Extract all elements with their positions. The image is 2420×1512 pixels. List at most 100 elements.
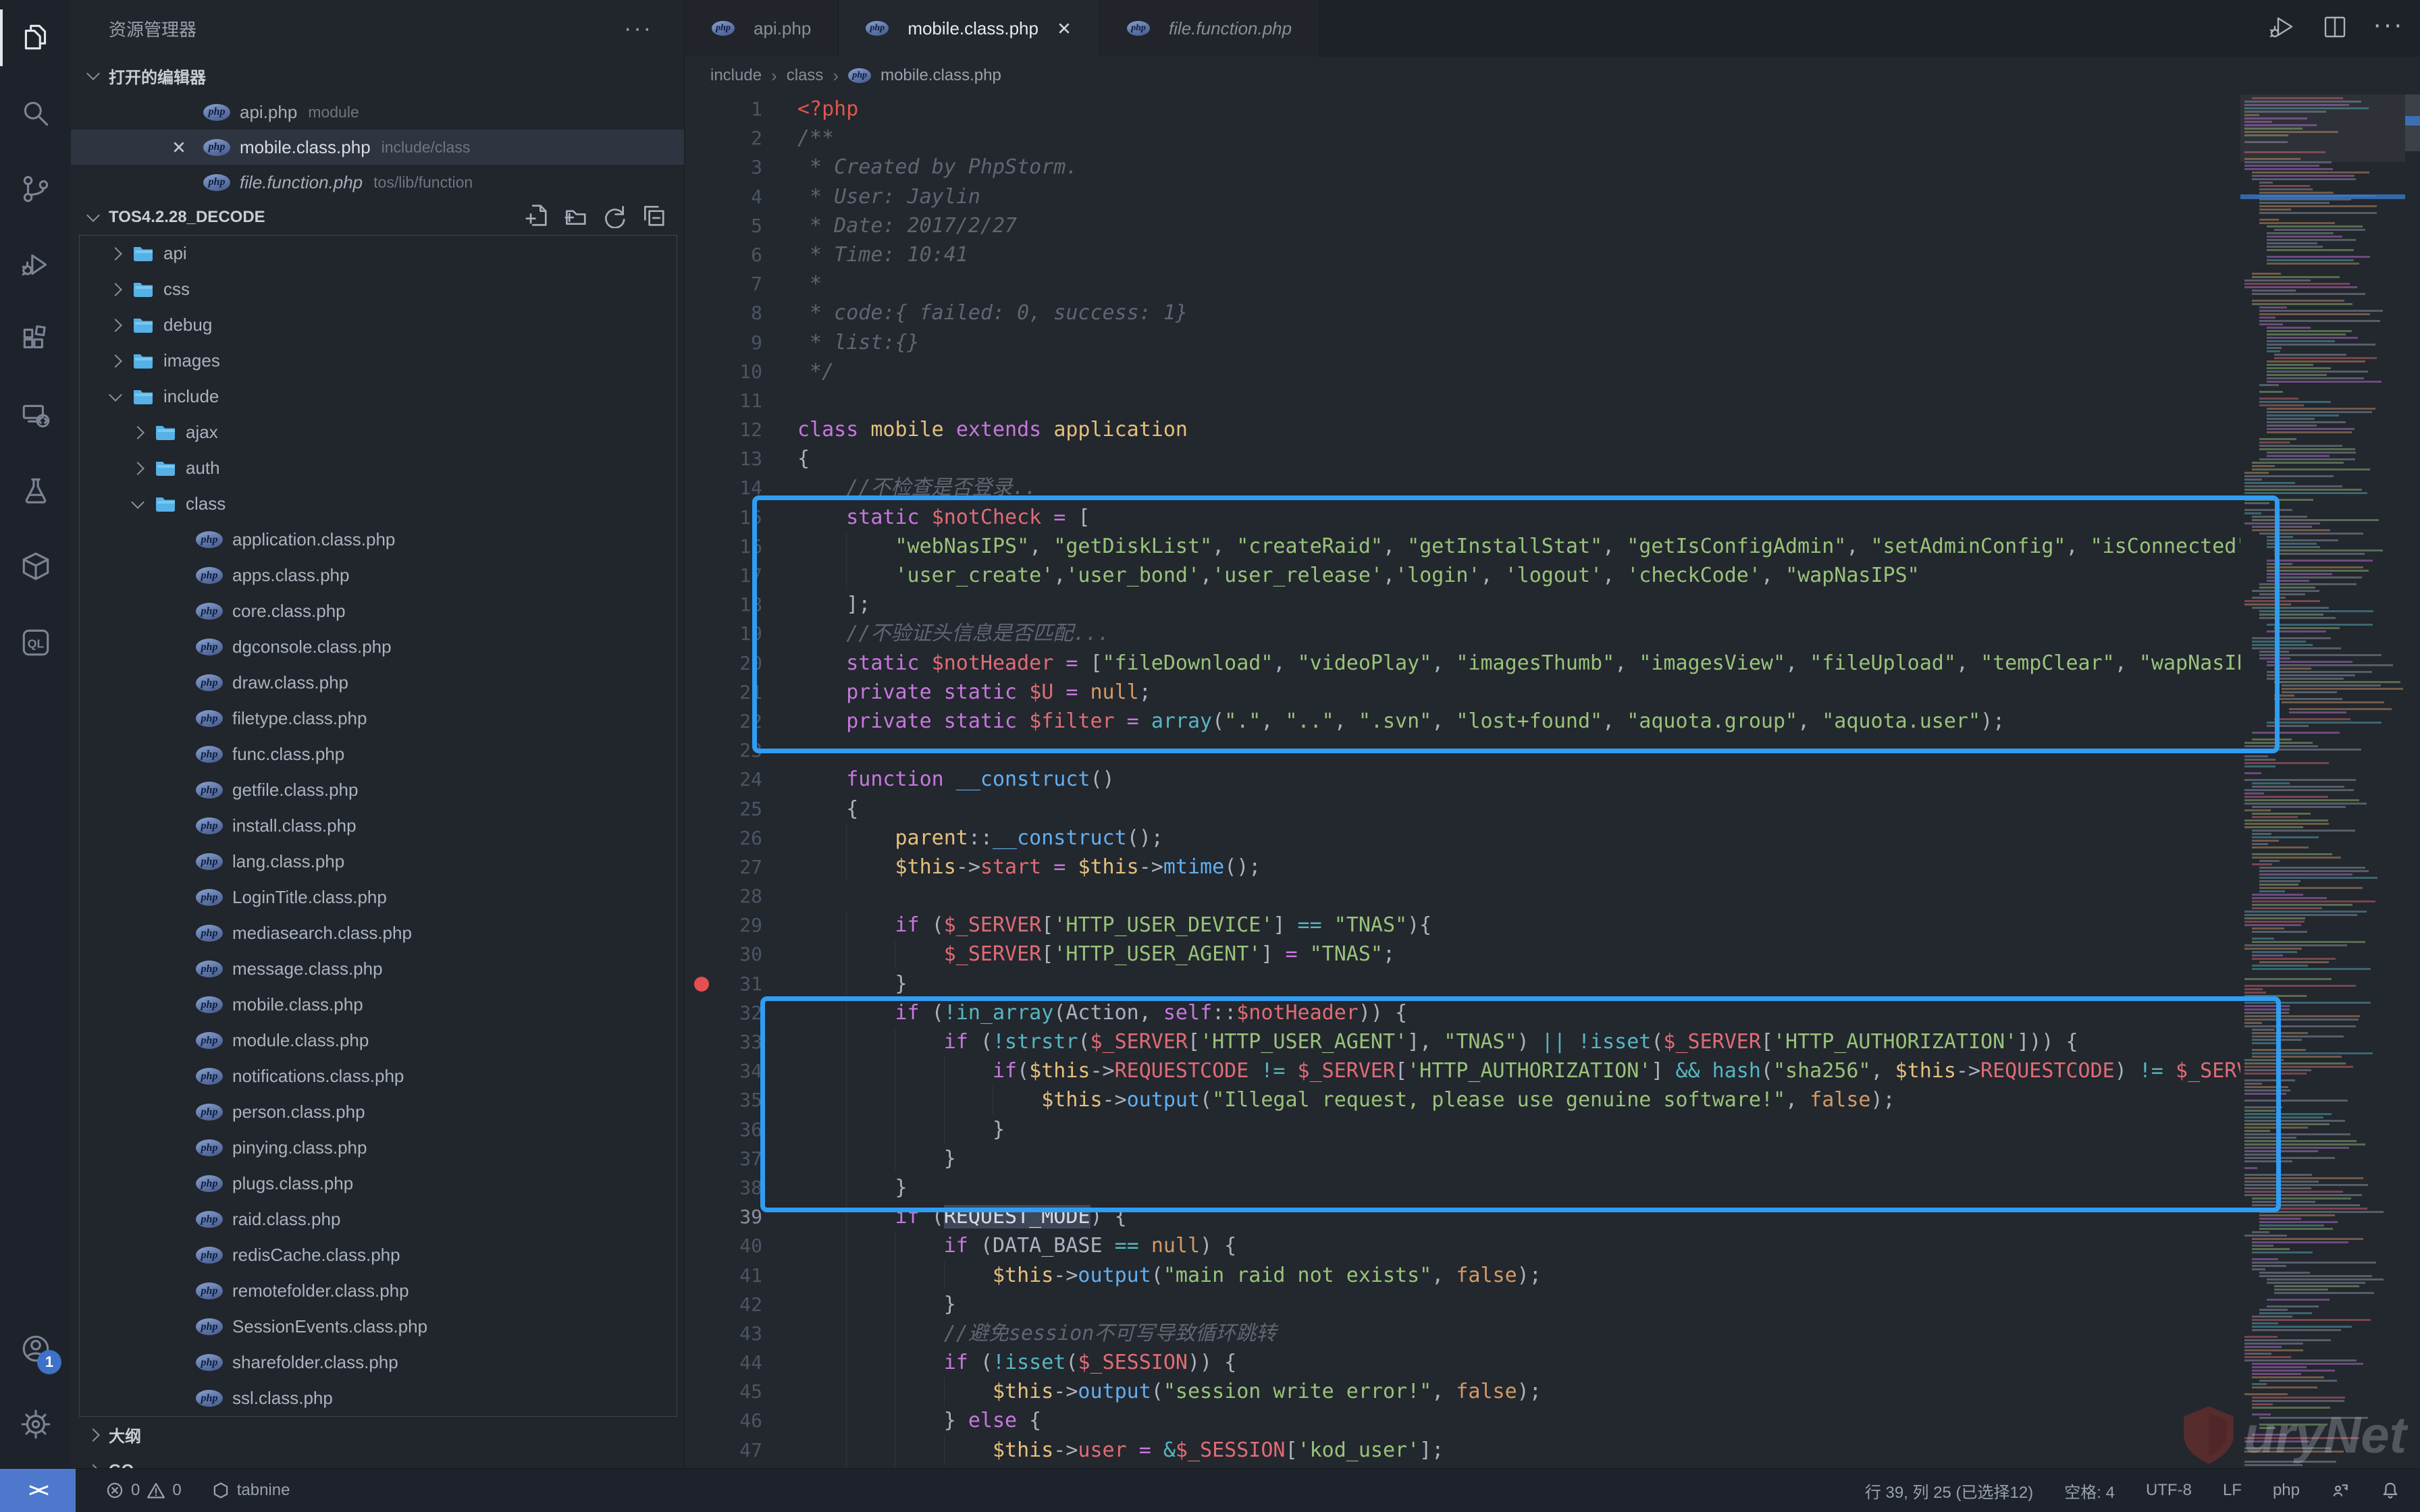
code-line[interactable]: parent::__construct();	[685, 824, 2240, 853]
tree-folder-api[interactable]: api	[80, 236, 677, 271]
activity-settings[interactable]	[0, 1386, 71, 1462]
code-line[interactable]: $this->start = $this->mtime();	[685, 853, 2240, 882]
tree-file-message.class.php[interactable]: phpmessage.class.php	[80, 951, 677, 987]
breakpoint-dot[interactable]	[694, 977, 709, 992]
code-line[interactable]: */	[685, 357, 2240, 386]
code-editor[interactable]: 1234567891011121314151617181920212223242…	[685, 94, 2240, 1469]
tree-file-filetype.class.php[interactable]: phpfiletype.class.php	[80, 701, 677, 736]
activity-remote-explorer[interactable]	[0, 378, 71, 454]
breadcrumb-file[interactable]: mobile.class.php	[880, 66, 1001, 85]
code-line[interactable]: if($this->REQUESTCODE != $_SERVER['HTTP_…	[685, 1056, 2240, 1085]
code-line[interactable]: $this->output("main raid not exists", fa…	[685, 1261, 2240, 1290]
feedback-icon[interactable]	[2331, 1481, 2350, 1500]
code-line[interactable]: //不检查是否登录..	[685, 473, 2240, 502]
remote-indicator[interactable]: ><	[0, 1469, 76, 1512]
tree-file-notifications.class.php[interactable]: phpnotifications.class.php	[80, 1058, 677, 1094]
activity-source-control[interactable]	[0, 151, 71, 227]
activity-testing[interactable]	[0, 454, 71, 529]
run-or-debug-icon[interactable]	[2267, 12, 2297, 45]
tab-file.function.php[interactable]: phpfile.function.php	[1100, 0, 1319, 57]
open-editors-header[interactable]: 打开的编辑器	[71, 57, 684, 94]
code-line[interactable]: }	[685, 1173, 2240, 1202]
code-line[interactable]: private static $U = null;	[685, 678, 2240, 707]
cursor-position[interactable]: 行 39, 列 25 (已选择12)	[1865, 1479, 2033, 1503]
tree-file-sharefolder.class.php[interactable]: phpsharefolder.class.php	[80, 1345, 677, 1380]
encoding-status[interactable]: UTF-8	[2146, 1481, 2192, 1500]
tree-file-mediasearch.class.php[interactable]: phpmediasearch.class.php	[80, 915, 677, 951]
code-line[interactable]	[685, 736, 2240, 765]
minimap[interactable]	[2240, 94, 2405, 1469]
code-line[interactable]	[685, 882, 2240, 911]
tree-folder-images[interactable]: images	[80, 343, 677, 379]
tree-file-redisCache.class.php[interactable]: phpredisCache.class.php	[80, 1237, 677, 1273]
code-line[interactable]: }	[685, 1290, 2240, 1319]
activity-codeql[interactable]: QL	[0, 605, 71, 680]
code-line[interactable]: if (!isset($_SESSION)) {	[685, 1348, 2240, 1377]
code-line[interactable]: <?php	[685, 94, 2240, 124]
tree-folder-include[interactable]: include	[80, 379, 677, 414]
language-mode[interactable]: php	[2273, 1481, 2300, 1500]
tree-file-module.class.php[interactable]: phpmodule.class.php	[80, 1023, 677, 1058]
collapse-all-icon[interactable]	[641, 202, 666, 233]
code-line[interactable]: $this->user = &$_SESSION['kod_user'];	[685, 1436, 2240, 1465]
tree-file-mobile.class.php[interactable]: phpmobile.class.php	[80, 987, 677, 1023]
code-line[interactable]: $this->output("Illegal request, please u…	[685, 1085, 2240, 1114]
code-line[interactable]: //避免session不可写导致循环跳转	[685, 1319, 2240, 1348]
tree-file-LoginTitle.class.php[interactable]: phpLoginTitle.class.php	[80, 880, 677, 915]
close-icon[interactable]	[171, 139, 187, 155]
tree-file-remotefolder.class.php[interactable]: phpremotefolder.class.php	[80, 1273, 677, 1309]
code-line[interactable]: if (REQUEST_MODE) {	[685, 1202, 2240, 1231]
code-line[interactable]: }	[685, 1144, 2240, 1173]
activity-extensions[interactable]	[0, 302, 71, 378]
split-editor-icon[interactable]	[2320, 12, 2350, 45]
code-line[interactable]: } else {	[685, 1406, 2240, 1435]
activity-search[interactable]	[0, 76, 71, 151]
tree-file-raid.class.php[interactable]: phpraid.class.php	[80, 1202, 677, 1237]
code-line[interactable]: if (!strstr($_SERVER['HTTP_USER_AGENT'],…	[685, 1027, 2240, 1056]
open-editor-item[interactable]: phpfile.function.phptos/lib/function	[71, 165, 684, 200]
bell-icon[interactable]	[2381, 1481, 2400, 1500]
new-folder-icon[interactable]	[562, 202, 588, 233]
code-line[interactable]: }	[685, 969, 2240, 998]
code-line[interactable]: * User: Jaylin	[685, 182, 2240, 211]
open-editor-item[interactable]: phpmobile.class.phpinclude/class	[71, 130, 684, 165]
section-大纲[interactable]: 大纲	[71, 1417, 684, 1453]
tree-file-person.class.php[interactable]: phpperson.class.php	[80, 1094, 677, 1130]
tree-folder-auth[interactable]: auth	[80, 450, 677, 486]
activity-accounts[interactable]: 1	[0, 1311, 71, 1386]
tree-folder-debug[interactable]: debug	[80, 307, 677, 343]
indentation-status[interactable]: 空格: 4	[2064, 1479, 2115, 1503]
code-line[interactable]: private static $filter = array(".", ".."…	[685, 707, 2240, 736]
activity-run-debug[interactable]	[0, 227, 71, 302]
tree-file-install.class.php[interactable]: phpinstall.class.php	[80, 808, 677, 844]
code-line[interactable]: }	[685, 1115, 2240, 1144]
code-line[interactable]: /**	[685, 124, 2240, 153]
code-line[interactable]: * Time: 10:41	[685, 240, 2240, 269]
code-line[interactable]: * list:{}	[685, 328, 2240, 357]
breadcrumb[interactable]: include›class›phpmobile.class.php	[685, 57, 2420, 94]
activity-explorer[interactable]	[0, 0, 71, 76]
code-lines[interactable]: <?php/** * Created by PhpStorm. * User: …	[685, 94, 2240, 1469]
breadcrumb-item[interactable]: include	[710, 66, 762, 85]
problems-status[interactable]: 0 0	[105, 1481, 182, 1500]
workspace-header[interactable]: TOS4.2.28_DECODE	[71, 200, 684, 235]
tree-file-apps.class.php[interactable]: phpapps.class.php	[80, 558, 677, 593]
code-line[interactable]: 'user_create','user_bond','user_release'…	[685, 561, 2240, 590]
tree-file-draw.class.php[interactable]: phpdraw.class.php	[80, 665, 677, 701]
code-line[interactable]: {	[685, 444, 2240, 473]
code-line[interactable]: if (DATA_BASE == null) {	[685, 1231, 2240, 1260]
code-line[interactable]: "webNasIPS", "getDiskList", "createRaid"…	[685, 532, 2240, 561]
tree-file-lang.class.php[interactable]: phplang.class.php	[80, 844, 677, 880]
code-line[interactable]: class mobile extends application	[685, 415, 2240, 444]
new-file-icon[interactable]	[523, 202, 549, 233]
tree-file-getfile.class.php[interactable]: phpgetfile.class.php	[80, 772, 677, 808]
code-line[interactable]	[685, 386, 2240, 415]
tree-file-plugs.class.php[interactable]: phpplugs.class.php	[80, 1166, 677, 1202]
code-line[interactable]: static $notHeader = ["fileDownload", "vi…	[685, 649, 2240, 678]
tabnine-status[interactable]: tabnine	[211, 1481, 290, 1500]
code-line[interactable]: function __construct()	[685, 765, 2240, 794]
code-line[interactable]: ];	[685, 590, 2240, 619]
more-actions-icon[interactable]: ···	[2373, 11, 2404, 38]
tree-file-application.class.php[interactable]: phpapplication.class.php	[80, 522, 677, 558]
code-line[interactable]: //不验证头信息是否匹配...	[685, 619, 2240, 648]
